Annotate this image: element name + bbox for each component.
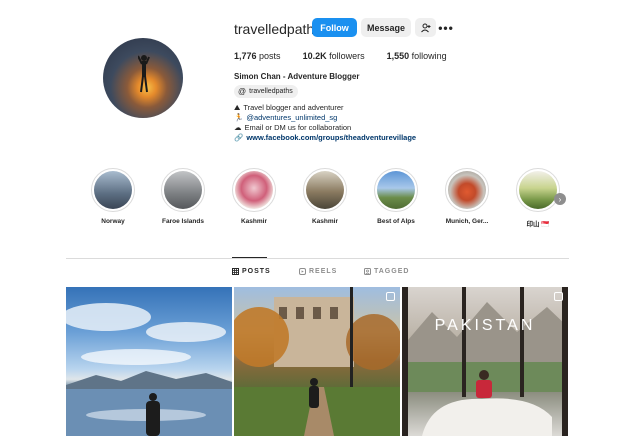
- active-tab-indicator: [232, 257, 267, 258]
- lake-landscape-image: [66, 303, 232, 436]
- highlight-thumbnail: [94, 171, 132, 209]
- link-icon: 🔗: [234, 133, 244, 142]
- tabs-divider: [66, 258, 569, 259]
- posts-stat-label: posts: [259, 51, 281, 61]
- highlight-thumbnail: [164, 171, 202, 209]
- followers-count: 10.2K: [302, 51, 327, 61]
- tab-posts-label: POSTS: [242, 268, 271, 275]
- bio-text: Travel blogger and adventurer: [243, 103, 344, 112]
- mountain-icon: ⛰: [234, 103, 241, 112]
- highlight-kashmir-2[interactable]: Kashmir: [295, 168, 355, 225]
- tab-tagged[interactable]: TAGGED: [364, 268, 409, 275]
- bio-mention-link[interactable]: @adventures_unlimited_sg: [246, 113, 337, 123]
- carousel-icon: [386, 292, 395, 301]
- add-person-icon: [420, 23, 430, 32]
- message-button[interactable]: Message: [361, 18, 411, 37]
- following-count: 1,550: [386, 51, 410, 61]
- tab-reels-label: REELS: [309, 268, 338, 275]
- carousel-icon: [554, 292, 563, 301]
- bio-line: ☁ Email or DM us for collaboration: [234, 123, 416, 133]
- bio-website-link[interactable]: www.facebook.com/groups/theadventurevill…: [246, 133, 416, 143]
- highlight-label: Faroe Islands: [162, 218, 204, 225]
- highlight-ring: [516, 168, 560, 212]
- highlight-label: Best of Alps: [377, 218, 415, 225]
- tab-posts[interactable]: POSTS: [232, 268, 271, 275]
- threads-handle: travelledpaths: [249, 88, 293, 95]
- bio-line: ⛰ Travel blogger and adventurer: [234, 103, 416, 113]
- reels-icon: [299, 268, 306, 275]
- suggested-users-button[interactable]: [415, 18, 436, 37]
- posts-count: 1,776: [234, 51, 257, 61]
- highlight-munich[interactable]: Munich, Ger...: [437, 168, 497, 225]
- cloud-icon: ☁: [234, 123, 242, 132]
- highlight-thumbnail: [377, 171, 415, 209]
- highlight-thumbnail: [306, 171, 344, 209]
- highlight-label: 印山 🇸🇬: [526, 221, 550, 228]
- bio-text: Email or DM us for collaboration: [244, 123, 352, 132]
- posts-stat: 1,776 posts: [234, 51, 281, 61]
- highlight-ring: [91, 168, 135, 212]
- highlight-ring: [445, 168, 489, 212]
- profile-avatar[interactable]: [103, 38, 183, 118]
- hotel-window-view-image: [402, 287, 568, 436]
- highlight-best-of-alps[interactable]: Best of Alps: [366, 168, 426, 225]
- post-thumbnail[interactable]: [234, 287, 400, 436]
- highlight-kashmir[interactable]: Kashmir: [224, 168, 284, 225]
- post-thumbnail[interactable]: PAKISTAN: [402, 287, 568, 436]
- highlight-ring: [374, 168, 418, 212]
- highlight-ring: [232, 168, 276, 212]
- threads-badge[interactable]: @ travelledpaths: [234, 85, 298, 98]
- post-overlay-text: PAKISTAN: [434, 317, 536, 334]
- highlight-thumbnail: [235, 171, 273, 209]
- highlight-ring: [161, 168, 205, 212]
- bio-line: 🏃 @adventures_unlimited_sg: [234, 113, 416, 123]
- highlight-label: Norway: [101, 218, 125, 225]
- bio-line: 🔗 www.facebook.com/groups/theadventurevi…: [234, 133, 416, 143]
- profile-username: travelledpaths: [234, 21, 322, 37]
- following-stat[interactable]: 1,550 following: [387, 51, 447, 61]
- profile-full-name: Simon Chan - Adventure Blogger: [234, 72, 360, 81]
- tab-reels[interactable]: REELS: [299, 268, 337, 275]
- follow-button[interactable]: Follow: [312, 18, 357, 37]
- grid-icon: [232, 268, 239, 275]
- highlight-faroe-islands[interactable]: Faroe Islands: [153, 168, 213, 225]
- person-silhouette-icon: [138, 55, 150, 93]
- following-stat-label: following: [411, 51, 447, 61]
- runner-icon: 🏃: [234, 113, 244, 122]
- tab-tagged-label: TAGGED: [374, 268, 410, 275]
- highlight-norway[interactable]: Norway: [83, 168, 143, 225]
- followers-stat[interactable]: 10.2K followers: [303, 51, 365, 61]
- highlight-thumbnail: [448, 171, 486, 209]
- highlight-thumbnail: [519, 171, 557, 209]
- threads-icon: @: [238, 87, 247, 96]
- highlight-ring: [303, 168, 347, 212]
- highlight-label: Munich, Ger...: [445, 218, 489, 225]
- profile-bio: ⛰ Travel blogger and adventurer 🏃 @adven…: [234, 103, 416, 143]
- post-thumbnail[interactable]: [66, 287, 232, 436]
- highlight-label: Kashmir: [311, 218, 338, 225]
- chevron-right-icon: ›: [558, 194, 562, 204]
- park-building-image: [234, 287, 400, 436]
- highlights-next-button[interactable]: ›: [554, 193, 566, 205]
- tagged-icon: [364, 268, 371, 275]
- followers-stat-label: followers: [329, 51, 365, 61]
- profile-stats: 1,776 posts 10.2K followers 1,550 follow…: [234, 51, 469, 61]
- highlight-label: Kashmir: [240, 218, 267, 225]
- more-options-button[interactable]: •••: [438, 18, 453, 37]
